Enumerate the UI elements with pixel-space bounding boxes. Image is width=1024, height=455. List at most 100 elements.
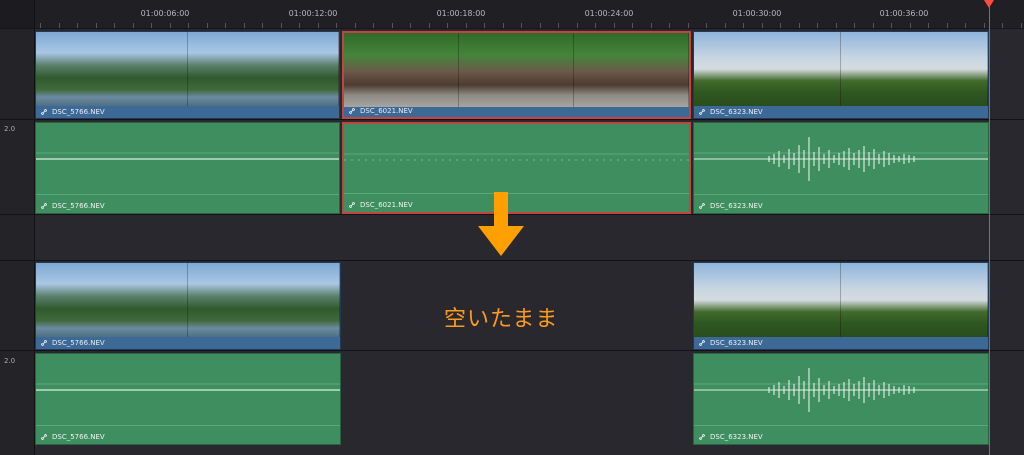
- audio-level-label: 2.0: [4, 357, 16, 365]
- ruler-tick: [558, 23, 559, 28]
- timecode-label: 01:00:06:00: [140, 9, 190, 18]
- track-header-column: [0, 29, 35, 455]
- ruler-tick: [59, 23, 60, 28]
- ruler-tick: [669, 23, 670, 28]
- ruler-tick: [336, 23, 337, 28]
- ruler-tick: [447, 23, 448, 28]
- ruler-tick: [577, 23, 578, 28]
- ruler-tick: [965, 23, 966, 28]
- audio-waveform: [694, 137, 988, 181]
- audio-clip[interactable]: DSC_6323.NEV: [693, 122, 989, 214]
- playhead-line[interactable]: [989, 0, 990, 455]
- video-clip[interactable]: DSC_6323.NEV: [693, 262, 989, 350]
- ruler-tick: [521, 23, 522, 28]
- link-icon: [349, 202, 355, 208]
- audio-waveform: [36, 152, 339, 160]
- audio-clip[interactable]: DSC_5766.NEV: [35, 353, 341, 445]
- audio-waveform: [694, 368, 988, 412]
- clip-name-text: DSC_6323.NEV: [710, 339, 763, 347]
- track-divider: [0, 350, 1024, 351]
- ruler-tick: [484, 23, 485, 28]
- down-arrow-icon: [478, 192, 524, 256]
- clip-name-text: DSC_5766.NEV: [52, 108, 105, 116]
- thumbnail-frame: [344, 33, 459, 107]
- clip-name: DSC_5766.NEV: [40, 433, 105, 441]
- ruler-tick: [632, 23, 633, 28]
- ruler-tick: [466, 23, 467, 28]
- ruler-tick: [743, 23, 744, 28]
- thumbnail-frame: [188, 263, 340, 337]
- clip-thumbnails: [36, 263, 340, 337]
- clip-name: DSC_6323.NEV: [698, 433, 763, 441]
- link-icon: [41, 340, 47, 346]
- thumbnail-frame: [36, 32, 188, 106]
- thumbnail-frame: [459, 33, 574, 107]
- clip-name: DSC_6021.NEV: [348, 201, 413, 209]
- ruler-tick: [688, 23, 689, 28]
- ruler-tick: [96, 23, 97, 28]
- ruler-tick: [725, 23, 726, 28]
- ruler-tick: [299, 23, 300, 28]
- clip-name-text: DSC_6323.NEV: [710, 202, 763, 210]
- video-clip[interactable]: DSC_5766.NEV: [35, 262, 341, 350]
- ruler-tick: [151, 23, 152, 28]
- ruler-tick: [614, 23, 615, 28]
- ruler-tick: [540, 23, 541, 28]
- ruler-tick: [77, 23, 78, 28]
- link-icon: [41, 434, 47, 440]
- clip-thumbnails: [694, 32, 988, 106]
- ruler-tick: [854, 23, 855, 28]
- ruler-tick: [133, 23, 134, 28]
- ruler-tick: [503, 23, 504, 28]
- ruler-tick: [891, 23, 892, 28]
- clip-name: DSC_6323.NEV: [698, 339, 763, 347]
- ruler-tick: [114, 23, 115, 28]
- ruler-tick: [799, 23, 800, 28]
- clip-thumbnails: [694, 263, 988, 337]
- clip-name-text: DSC_5766.NEV: [52, 339, 105, 347]
- clip-name-text: DSC_6021.NEV: [360, 201, 413, 209]
- ruler-tick: [1002, 23, 1003, 28]
- timecode-label: 01:00:24:00: [584, 9, 634, 18]
- thumbnail-frame: [694, 32, 841, 106]
- ruler-tick: [984, 23, 985, 28]
- link-icon: [349, 108, 355, 114]
- ruler-tick: [410, 23, 411, 28]
- ruler-tick: [373, 23, 374, 28]
- ruler-gutter: [0, 0, 35, 28]
- ruler-tick: [1021, 23, 1022, 28]
- ruler-tick: [170, 23, 171, 28]
- ruler-tick: [928, 23, 929, 28]
- video-clip[interactable]: DSC_6323.NEV: [693, 31, 989, 119]
- thumbnail-frame: [36, 263, 188, 337]
- link-icon: [41, 203, 47, 209]
- thumbnail-frame: [694, 263, 841, 337]
- ruler-tick: [392, 23, 393, 28]
- timecode-label: 01:00:12:00: [288, 9, 338, 18]
- ruler-tick: [225, 23, 226, 28]
- link-icon: [699, 203, 705, 209]
- thumbnail-frame: [841, 32, 988, 106]
- track-divider: [0, 119, 1024, 120]
- playhead-marker-icon[interactable]: [984, 0, 994, 8]
- ruler-tick: [651, 23, 652, 28]
- clip-name-text: DSC_5766.NEV: [52, 202, 105, 210]
- track-divider: [0, 260, 1024, 261]
- clip-name-text: DSC_6323.NEV: [710, 108, 763, 116]
- ruler-tick: [947, 23, 948, 28]
- audio-clip[interactable]: DSC_5766.NEV: [35, 122, 340, 214]
- timecode-label: 01:00:36:00: [879, 9, 929, 18]
- ruler-tick: [873, 23, 874, 28]
- ruler-tick: [40, 23, 41, 28]
- link-icon: [699, 109, 705, 115]
- clip-name: DSC_6323.NEV: [698, 202, 763, 210]
- timeline-ruler[interactable]: 01:00:06:00 01:00:12:00 01:00:18:00 01:0…: [0, 0, 1024, 29]
- clip-name: DSC_6323.NEV: [698, 108, 763, 116]
- ruler-tick: [281, 23, 282, 28]
- audio-clip[interactable]: DSC_6323.NEV: [693, 353, 989, 445]
- video-clip-selected[interactable]: DSC_6021.NEV: [342, 31, 691, 119]
- timecode-label: 01:00:18:00: [436, 9, 486, 18]
- video-clip[interactable]: DSC_5766.NEV: [35, 31, 340, 119]
- gap-annotation: 空いたまま: [444, 307, 559, 332]
- clip-thumbnails: [344, 33, 689, 107]
